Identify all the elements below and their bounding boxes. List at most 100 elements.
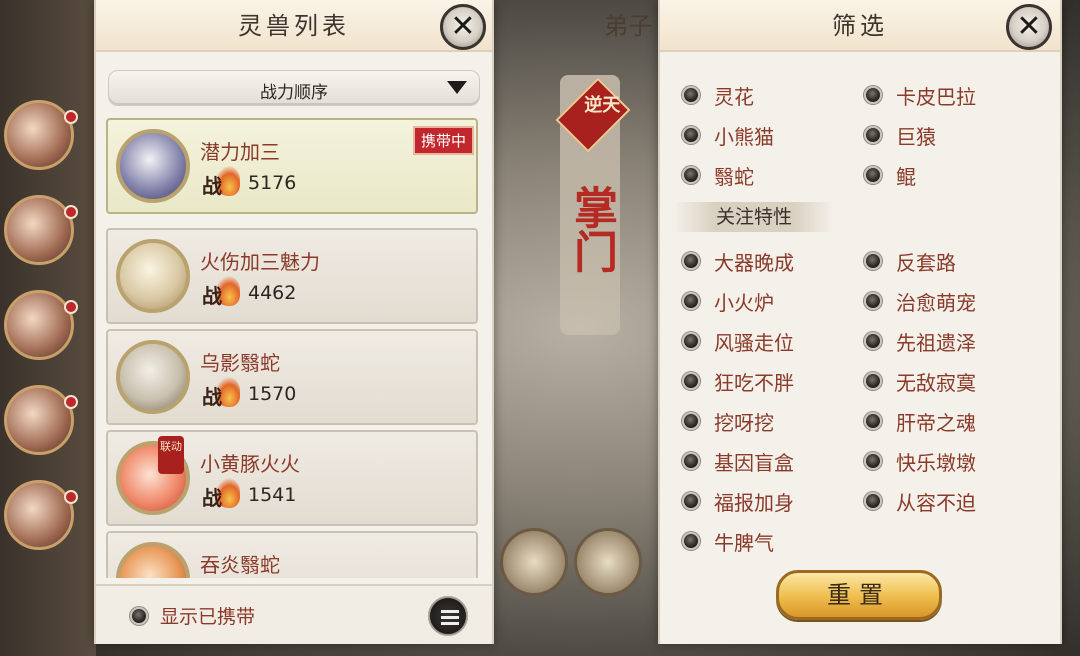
radio-button[interactable] <box>682 86 700 104</box>
beast-name: 火伤加三魅力 <box>200 250 320 274</box>
radio-button[interactable] <box>864 292 882 310</box>
filter-option[interactable]: 肝帝之魂 <box>864 406 976 436</box>
filter-option[interactable]: 小熊猫 <box>682 120 774 150</box>
beast-card[interactable]: 联动 小黄豚火火 战 1541 <box>106 430 478 526</box>
list-icon[interactable] <box>428 596 468 636</box>
filter-option[interactable]: 无敌寂寞 <box>864 366 976 396</box>
filter-option[interactable]: 灵花 <box>682 80 754 110</box>
filter-option-label: 先祖遗泽 <box>896 330 976 355</box>
beast-power: 1541 <box>248 484 297 506</box>
filter-option[interactable]: 鲲 <box>864 160 916 190</box>
filter-option[interactable]: 快乐墩墩 <box>864 446 976 476</box>
trait-section-title: 关注特性 <box>674 202 834 232</box>
panel-title: 灵兽列表 <box>238 12 350 40</box>
sort-dropdown-label: 战力顺序 <box>260 83 328 103</box>
disciple-avatar[interactable] <box>4 385 74 455</box>
power-flame-icon: 战 <box>200 478 240 510</box>
radio-button[interactable] <box>130 606 148 625</box>
notification-dot <box>64 395 78 409</box>
filter-option[interactable]: 巨猿 <box>864 120 936 150</box>
notification-dot <box>64 205 78 219</box>
sort-dropdown[interactable]: 战力顺序 <box>108 70 480 106</box>
beast-avatar <box>116 340 190 414</box>
power-flame-icon: 战 <box>200 276 240 308</box>
skill-circle[interactable] <box>574 528 642 596</box>
filter-option[interactable]: 风骚走位 <box>682 326 794 356</box>
radio-button[interactable] <box>864 452 882 470</box>
filter-option[interactable]: 挖呀挖 <box>682 406 774 436</box>
radio-button[interactable] <box>682 532 700 550</box>
disciple-avatar[interactable] <box>4 100 74 170</box>
filter-option[interactable]: 大器晚成 <box>682 246 794 276</box>
close-icon[interactable]: ✕ <box>1006 4 1052 50</box>
radio-button[interactable] <box>864 252 882 270</box>
radio-button[interactable] <box>864 86 882 104</box>
carried-badge: 携带中 <box>412 126 474 155</box>
background-tab-title: 弟子 <box>604 12 652 40</box>
filter-option[interactable]: 翳蛇 <box>682 160 754 190</box>
filter-option-label: 肝帝之魂 <box>896 410 976 435</box>
filter-option[interactable]: 治愈萌宠 <box>864 286 976 316</box>
disciple-avatar[interactable] <box>4 480 74 550</box>
beast-list-panel: 灵兽列表 ✕ 战力顺序 潜力加三 战 5176 携带中 火伤加三魅力 战 446… <box>94 0 494 644</box>
show-carried-toggle[interactable]: 显示已携带 <box>130 602 255 629</box>
filter-option-label: 无敌寂寞 <box>896 370 976 395</box>
beast-name: 小黄豚火火 <box>200 452 300 476</box>
beast-avatar <box>116 542 190 578</box>
beast-name: 潜力加三 <box>200 140 280 164</box>
notification-dot <box>64 110 78 124</box>
filter-option-label: 反套路 <box>896 250 956 275</box>
filter-option[interactable]: 反套路 <box>864 246 956 276</box>
radio-button[interactable] <box>864 332 882 350</box>
filter-option-label: 从容不迫 <box>896 490 976 515</box>
filter-option[interactable]: 卡皮巴拉 <box>864 80 976 110</box>
close-icon[interactable]: ✕ <box>440 4 486 50</box>
filter-option-label: 大器晚成 <box>714 250 794 275</box>
filter-option[interactable]: 狂吃不胖 <box>682 366 794 396</box>
filter-option-label: 巨猿 <box>896 124 936 149</box>
reset-button[interactable]: 重置 <box>776 570 942 620</box>
filter-option[interactable]: 小火炉 <box>682 286 774 316</box>
filter-option[interactable]: 从容不迫 <box>864 486 976 516</box>
radio-button[interactable] <box>864 372 882 390</box>
show-carried-label: 显示已携带 <box>160 606 256 628</box>
filter-option-label: 福报加身 <box>714 490 794 515</box>
filter-option-label: 牛脾气 <box>714 530 774 555</box>
dropdown-arrow-icon <box>447 81 467 94</box>
radio-button[interactable] <box>864 492 882 510</box>
radio-button[interactable] <box>682 372 700 390</box>
radio-button[interactable] <box>682 492 700 510</box>
power-flame-icon: 战 <box>200 377 240 409</box>
radio-button[interactable] <box>682 412 700 430</box>
radio-button[interactable] <box>864 126 882 144</box>
filter-option[interactable]: 福报加身 <box>682 486 794 516</box>
filter-option-label: 翳蛇 <box>714 164 754 189</box>
radio-button[interactable] <box>864 412 882 430</box>
beast-card[interactable]: 火伤加三魅力 战 4462 <box>106 228 478 324</box>
radio-button[interactable] <box>864 166 882 184</box>
radio-button[interactable] <box>682 166 700 184</box>
radio-button[interactable] <box>682 292 700 310</box>
filter-option-label: 卡皮巴拉 <box>896 84 976 109</box>
beast-card[interactable]: 乌影翳蛇 战 1570 <box>106 329 478 425</box>
beast-list[interactable]: 潜力加三 战 5176 携带中 火伤加三魅力 战 4462 乌影翳蛇 战 157… <box>106 118 480 578</box>
beast-avatar <box>116 239 190 313</box>
filter-option-label: 挖呀挖 <box>714 410 774 435</box>
disciple-avatar[interactable] <box>4 290 74 360</box>
filter-option-label: 小火炉 <box>714 290 774 315</box>
radio-button[interactable] <box>682 452 700 470</box>
skill-circle[interactable] <box>500 528 568 596</box>
panel-title: 筛选 <box>832 12 888 40</box>
filter-option[interactable]: 牛脾气 <box>682 526 774 556</box>
filter-option[interactable]: 基因盲盒 <box>682 446 794 476</box>
beast-card[interactable]: 吞炎翳蛇 <box>106 531 478 578</box>
filter-option-label: 基因盲盒 <box>714 450 794 475</box>
disciple-avatar[interactable] <box>4 195 74 265</box>
panel-header: 灵兽列表 ✕ <box>96 0 492 52</box>
radio-button[interactable] <box>682 332 700 350</box>
filter-option-label: 灵花 <box>714 84 754 109</box>
filter-option[interactable]: 先祖遗泽 <box>864 326 976 356</box>
radio-button[interactable] <box>682 126 700 144</box>
beast-card[interactable]: 潜力加三 战 5176 携带中 <box>106 118 478 214</box>
radio-button[interactable] <box>682 252 700 270</box>
